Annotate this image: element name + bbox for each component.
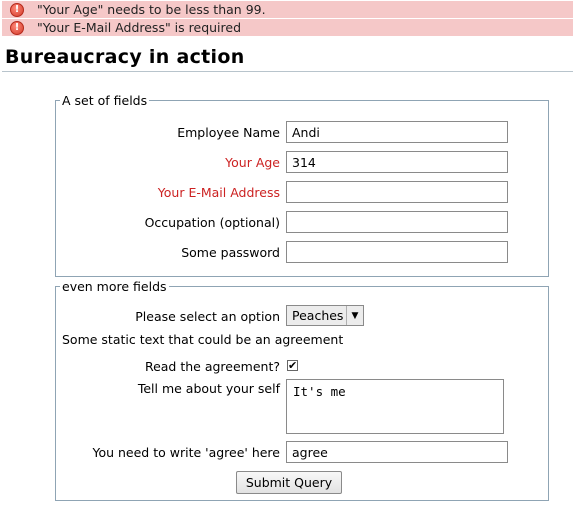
- about-label: Tell me about your self: [137, 381, 280, 396]
- agree-input[interactable]: [286, 441, 508, 463]
- password-label: Some password: [181, 245, 280, 260]
- agreement-checkbox-label: Read the agreement?: [144, 359, 280, 374]
- error-text: "Your Age" needs to be less than 99.: [37, 2, 266, 17]
- option-select[interactable]: Peaches ▼: [286, 305, 364, 326]
- age-input[interactable]: [286, 151, 508, 173]
- agreement-static-text: Some static text that could be an agreem…: [62, 332, 344, 347]
- form-row-employee-name: Employee Name: [56, 121, 548, 147]
- title-divider: [2, 71, 573, 72]
- fieldset-basic: A set of fields Employee Name Your Age Y…: [55, 93, 549, 277]
- fieldset-legend: even more fields: [60, 279, 169, 294]
- about-textarea[interactable]: [286, 379, 504, 434]
- error-list: ! "Your Age" needs to be less than 99. !…: [2, 1, 573, 37]
- form-row-email: Your E-Mail Address: [56, 181, 548, 207]
- form-row-submit: Submit Query: [56, 471, 548, 497]
- error-text: "Your E-Mail Address" is required: [37, 20, 242, 35]
- occupation-label: Occupation (optional): [144, 215, 280, 230]
- form-row-password: Some password: [56, 241, 548, 267]
- email-input[interactable]: [286, 181, 508, 203]
- fieldset-legend: A set of fields: [60, 93, 150, 108]
- email-label: Your E-Mail Address: [157, 185, 280, 200]
- employee-name-label: Employee Name: [177, 125, 280, 140]
- form-row-occupation: Occupation (optional): [56, 211, 548, 237]
- agreement-checkbox[interactable]: ✔: [287, 360, 298, 371]
- fieldset-more: even more fields Please select an option…: [55, 279, 549, 501]
- error-icon: !: [10, 2, 24, 17]
- occupation-input[interactable]: [286, 211, 508, 233]
- form-row-age: Your Age: [56, 151, 548, 177]
- select-value: Peaches: [292, 308, 344, 323]
- form-row-agreement: Read the agreement? ✔: [56, 355, 548, 381]
- error-icon: !: [10, 20, 24, 35]
- password-input[interactable]: [286, 241, 508, 263]
- select-label: Please select an option: [135, 309, 280, 324]
- age-label: Your Age: [225, 155, 280, 170]
- page-title: Bureaucracy in action: [5, 46, 245, 68]
- agree-label: You need to write 'agree' here: [92, 445, 280, 460]
- employee-name-input[interactable]: [286, 121, 508, 143]
- dropdown-arrow-icon: ▼: [346, 306, 363, 325]
- form-row-select: Please select an option Peaches ▼: [56, 305, 548, 331]
- form-row-about: Tell me about your self: [56, 379, 548, 435]
- error-message: ! "Your Age" needs to be less than 99.: [2, 1, 573, 19]
- form-row-agree: You need to write 'agree' here: [56, 441, 548, 467]
- error-message: ! "Your E-Mail Address" is required: [2, 19, 573, 37]
- submit-button[interactable]: Submit Query: [236, 471, 342, 494]
